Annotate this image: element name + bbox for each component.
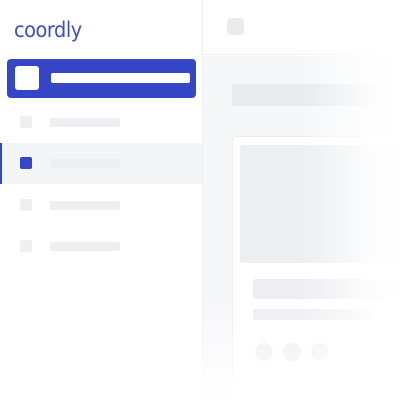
card-subtitle-placeholder	[253, 309, 371, 320]
placeholder-icon[interactable]	[227, 18, 244, 35]
sidebar-item[interactable]	[0, 102, 202, 143]
sidebar-item-label-placeholder	[51, 73, 190, 83]
placeholder-icon	[20, 116, 32, 128]
placeholder-icon	[20, 157, 32, 169]
avatar-placeholder	[311, 343, 329, 361]
placeholder-icon	[20, 199, 32, 211]
sidebar-item[interactable]	[0, 226, 202, 267]
sidebar-item-selected[interactable]	[0, 143, 202, 184]
sidebar-item-label-placeholder	[50, 118, 120, 127]
placeholder-icon	[15, 66, 39, 90]
avatar-placeholder	[283, 343, 301, 361]
brand-logo[interactable]: coordly	[14, 14, 88, 46]
main-content	[203, 56, 402, 406]
sidebar: coordly	[0, 0, 203, 406]
card-title-placeholder	[253, 279, 402, 299]
sidebar-item-label-placeholder	[50, 242, 120, 251]
sidebar-item[interactable]	[0, 185, 202, 226]
logo-wordmark: coordly	[14, 17, 82, 42]
page-title-placeholder	[232, 84, 392, 106]
selection-indicator	[0, 143, 2, 184]
app-window: coordly	[0, 0, 402, 406]
avatar-placeholder	[255, 343, 273, 361]
sidebar-item-label-placeholder	[50, 159, 120, 168]
sidebar-item-highlighted[interactable]	[7, 59, 196, 98]
card-image-placeholder	[240, 145, 402, 263]
placeholder-icon	[20, 240, 32, 252]
top-bar	[203, 0, 402, 55]
sidebar-item-label-placeholder	[50, 201, 120, 210]
content-card	[232, 136, 402, 406]
